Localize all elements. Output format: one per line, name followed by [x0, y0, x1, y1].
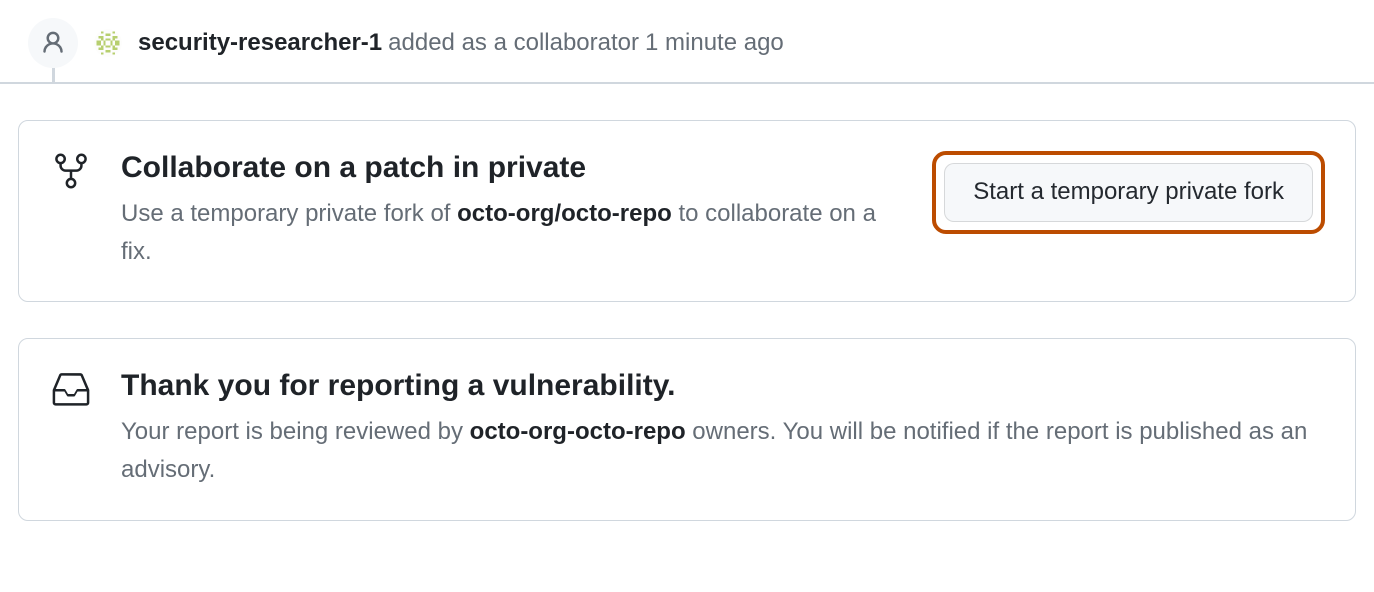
- avatar[interactable]: [94, 29, 122, 57]
- divider: [0, 82, 1374, 84]
- start-private-fork-button[interactable]: Start a temporary private fork: [944, 163, 1313, 222]
- timeline-action: added as a collaborator: [388, 29, 639, 57]
- fork-icon: [49, 149, 93, 191]
- repo-owners-name: octo-org-octo-repo: [470, 418, 686, 445]
- repo-name: octo-org/octo-repo: [457, 200, 672, 227]
- timeline-connector: [52, 68, 55, 82]
- inbox-icon: [49, 367, 93, 409]
- timeline-actor[interactable]: security-researcher-1: [138, 29, 382, 57]
- thankyou-description: Your report is being reviewed by octo-or…: [121, 413, 1325, 490]
- person-icon: [28, 18, 78, 68]
- collaborate-description: Use a temporary private fork of octo-org…: [121, 195, 904, 272]
- collaborate-title: Collaborate on a patch in private: [121, 149, 904, 187]
- collaborate-card: Collaborate on a patch in private Use a …: [18, 120, 1356, 302]
- thankyou-card: Thank you for reporting a vulnerability.…: [18, 338, 1356, 520]
- timeline-text: security-researcher-1 added as a collabo…: [138, 29, 784, 57]
- timeline-timestamp: 1 minute ago: [645, 29, 784, 57]
- timeline-item: security-researcher-1 added as a collabo…: [0, 0, 1374, 68]
- thankyou-title: Thank you for reporting a vulnerability.: [121, 367, 1325, 405]
- highlight-ring: Start a temporary private fork: [932, 151, 1325, 234]
